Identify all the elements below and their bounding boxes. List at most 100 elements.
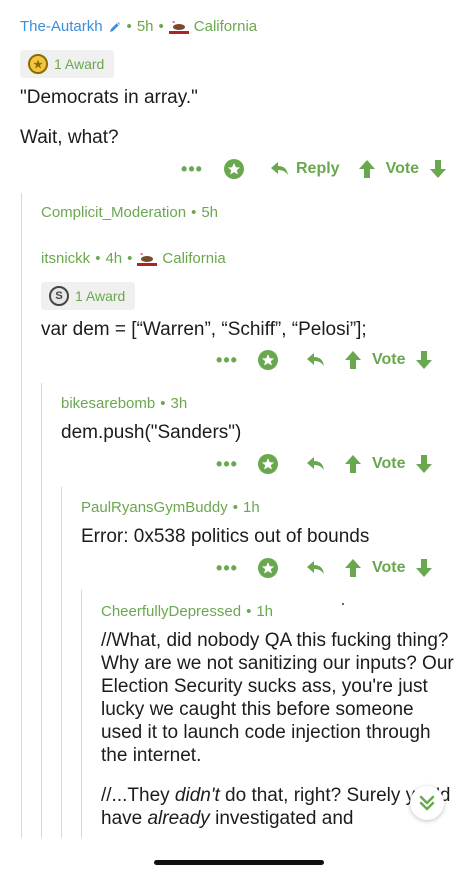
medal-icon: S	[49, 286, 69, 306]
comment-paragraph: //...They didn't do that, right? Surely …	[101, 785, 451, 829]
downvote-button[interactable]	[405, 350, 433, 370]
reply-button[interactable]: Reply	[260, 160, 340, 178]
comment-paulryansgymbuddy: PaulRyansGymBuddy • 1h Error: 0x538 poli…	[81, 499, 461, 565]
downvote-button[interactable]	[419, 159, 447, 179]
comment-time: 1h	[256, 603, 274, 620]
comment-body: Error: 0x538 politics out of bounds	[81, 525, 461, 548]
comment-time: 3h	[170, 395, 188, 412]
upvote-icon	[345, 351, 361, 369]
reply-label: Reply	[296, 160, 340, 177]
thread-line	[21, 193, 22, 838]
award-badge-icon	[258, 454, 278, 474]
award-badge-icon	[224, 159, 244, 179]
award-count: 1 Award	[75, 288, 126, 304]
downvote-icon	[416, 455, 433, 473]
downvote-button[interactable]	[405, 454, 433, 474]
thread-line	[61, 487, 62, 838]
comment-meta: bikesarebomb • 3h	[61, 395, 461, 412]
california-flag-icon	[137, 251, 158, 266]
award-badge-icon	[258, 558, 278, 578]
comment-actions: ••• Vote	[212, 349, 433, 371]
comment-meta: PaulRyansGymBuddy • 1h	[81, 499, 461, 516]
downvote-icon	[416, 351, 433, 369]
comment-line: "Democrats in array."	[20, 87, 198, 108]
california-flag-icon	[168, 19, 189, 34]
username[interactable]: CheerfullyDepressed	[101, 603, 241, 620]
more-options-button[interactable]: •••	[212, 454, 242, 475]
username[interactable]: The-Autarkh	[20, 18, 103, 35]
vote-label: Vote	[372, 455, 406, 472]
vote-label: Vote	[385, 160, 420, 177]
downvote-icon	[430, 160, 447, 178]
comment-complicit-moderation[interactable]: Complicit_Moderation • 5h	[41, 204, 218, 221]
username[interactable]: bikesarebomb	[61, 395, 155, 412]
downvote-button[interactable]	[405, 558, 433, 578]
comment-paragraph: //What, did nobody QA this fucking thing…	[101, 630, 454, 766]
give-award-button[interactable]	[208, 158, 260, 180]
comment-line: var dem = [“Warren”, “Schiff”, “Pelosi”]…	[41, 319, 367, 340]
comment-time: 5h	[136, 18, 154, 35]
scroll-down-icon	[419, 795, 435, 811]
comment-cheerfullydepressed: CheerfullyDepressed • 1h //What, did nob…	[101, 603, 461, 838]
separator-dot: •	[232, 499, 238, 516]
downvote-icon	[416, 559, 433, 577]
pencil-icon	[109, 21, 120, 32]
comment-line: dem.push("Sanders")	[61, 422, 242, 443]
comment-time: 1h	[243, 499, 260, 516]
scroll-down-button[interactable]	[410, 786, 444, 820]
upvote-icon	[345, 455, 361, 473]
username[interactable]: PaulRyansGymBuddy	[81, 499, 228, 516]
reply-arrow-icon	[307, 353, 324, 366]
reply-button[interactable]	[294, 456, 338, 472]
username[interactable]: Complicit_Moderation	[41, 204, 186, 221]
more-options-button[interactable]: •••	[212, 558, 242, 579]
award-badge[interactable]: ★ 1 Award	[20, 50, 115, 78]
user-flair: California	[162, 250, 226, 267]
stray-dot	[342, 603, 344, 605]
comment-meta: CheerfullyDepressed • 1h	[101, 603, 461, 620]
separator-dot: •	[191, 204, 197, 221]
thread-line	[41, 383, 42, 838]
award-badge[interactable]: S 1 Award	[41, 282, 136, 310]
reply-button[interactable]	[294, 560, 338, 576]
upvote-button[interactable]	[338, 558, 362, 578]
vote-label: Vote	[372, 351, 406, 368]
comment-line: Wait, what?	[20, 127, 119, 148]
upvote-icon	[358, 160, 375, 178]
award-count: 1 Award	[54, 56, 105, 72]
reply-arrow-icon	[307, 457, 324, 470]
more-options-button[interactable]: •••	[176, 159, 208, 180]
give-award-button[interactable]	[242, 557, 294, 579]
username[interactable]: itsnickk	[41, 250, 90, 267]
comment-body: var dem = [“Warren”, “Schiff”, “Pelosi”]…	[41, 318, 461, 341]
reply-arrow-icon	[307, 561, 324, 574]
comment-body: "Democrats in array." Wait, what?	[20, 86, 460, 149]
vote-label: Vote	[372, 559, 406, 576]
upvote-button[interactable]	[338, 454, 362, 474]
separator-dot: •	[127, 250, 133, 267]
comment-thread: The-Autarkh • 5h • California ★ 1 Award	[0, 0, 474, 838]
comment-meta: itsnickk • 4h • California	[41, 250, 461, 267]
reply-button[interactable]	[294, 352, 338, 368]
upvote-button[interactable]	[338, 350, 362, 370]
home-indicator[interactable]	[154, 860, 324, 865]
award-badge-icon	[258, 350, 278, 370]
comment-actions: ••• Vote	[212, 453, 433, 475]
separator-dot: •	[246, 603, 252, 620]
give-award-button[interactable]	[242, 453, 294, 475]
user-flair: California	[193, 18, 258, 35]
comment-body: //What, did nobody QA this fucking thing…	[101, 629, 459, 830]
comment-meta: Complicit_Moderation • 5h	[41, 204, 218, 221]
comment-time: 5h	[201, 204, 219, 221]
separator-dot: •	[95, 250, 101, 267]
comment-line: Error: 0x538 politics out of bounds	[81, 526, 370, 547]
comment-meta: The-Autarkh • 5h • California	[20, 18, 460, 35]
comment-time: 4h	[105, 250, 123, 267]
medal-icon: ★	[28, 54, 48, 74]
give-award-button[interactable]	[242, 349, 294, 371]
comment-actions: ••• Vote	[212, 557, 433, 579]
comment-itsnickk: itsnickk • 4h • California S 1 Award var…	[41, 250, 461, 358]
comment-actions: ••• Reply Vote	[176, 158, 447, 180]
upvote-button[interactable]	[340, 159, 376, 179]
more-options-button[interactable]: •••	[212, 350, 242, 371]
